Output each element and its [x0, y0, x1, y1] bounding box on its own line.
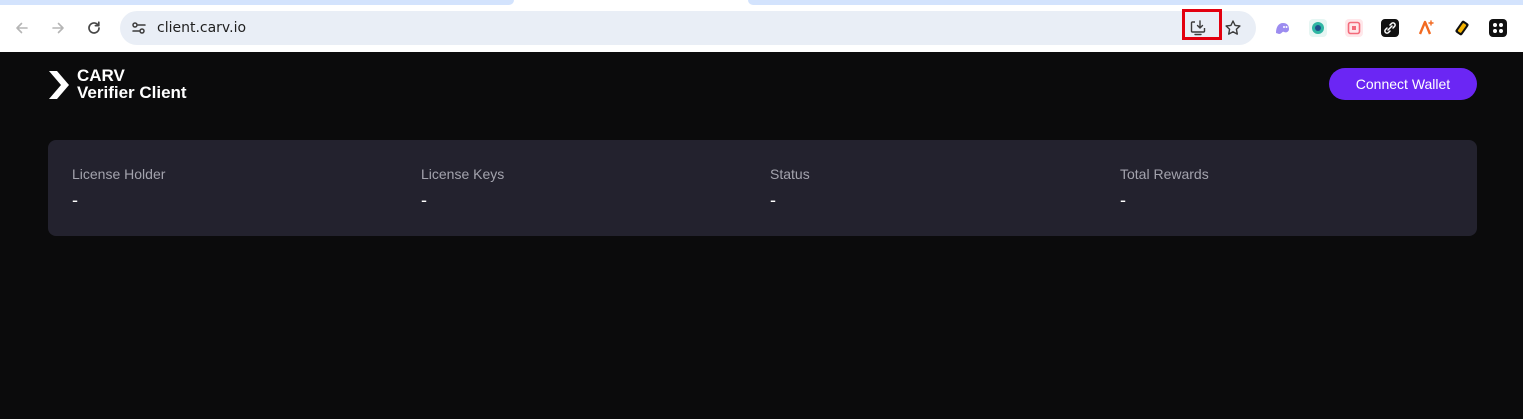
stat-label: License Keys — [421, 166, 505, 182]
reload-button[interactable] — [80, 14, 108, 42]
qr-extension-icon[interactable] — [1345, 19, 1363, 37]
stat-label: Status — [770, 166, 810, 182]
stat-label: License Holder — [72, 166, 166, 182]
arrow-right-icon — [52, 22, 64, 34]
stat-label: Total Rewards — [1120, 166, 1209, 182]
reload-icon — [88, 21, 100, 34]
stat-total-rewards: Total Rewards - — [1120, 166, 1209, 210]
site-info-button[interactable] — [128, 17, 150, 39]
logo-subtitle: Verifier Client — [77, 83, 187, 102]
bookmark-button[interactable] — [1220, 15, 1246, 41]
app-page: CARV Verifier Client Connect Wallet Lice… — [0, 52, 1523, 419]
tab-strip-right — [748, 0, 1523, 5]
stat-status: Status - — [770, 166, 810, 210]
back-button[interactable] — [8, 14, 36, 42]
grid-extension-icon[interactable] — [1489, 19, 1507, 37]
link-extension-icon[interactable] — [1381, 19, 1399, 37]
stat-value: - — [421, 190, 427, 210]
sparkle-extension-icon[interactable] — [1417, 19, 1435, 37]
stat-value: - — [1120, 190, 1126, 210]
license-stats-card: License Holder - License Keys - Status -… — [48, 140, 1477, 236]
globe-extension-icon[interactable] — [1309, 19, 1327, 37]
stat-license-keys: License Keys - — [421, 166, 504, 210]
browser-toolbar: client.carv.io — [0, 0, 1523, 52]
carv-logo-icon — [49, 71, 69, 99]
tune-icon — [132, 22, 146, 34]
stat-value: - — [770, 190, 776, 210]
forward-button[interactable] — [44, 14, 72, 42]
address-bar[interactable]: client.carv.io — [120, 11, 1256, 45]
stat-license-holder: License Holder - — [72, 166, 165, 210]
coin-extension-icon[interactable] — [1453, 19, 1471, 37]
star-icon — [1225, 20, 1241, 35]
stat-value: - — [72, 190, 78, 210]
arrow-left-icon — [16, 22, 28, 34]
install-highlight-box — [1182, 9, 1222, 40]
url-text[interactable]: client.carv.io — [157, 20, 246, 36]
connect-wallet-button[interactable]: Connect Wallet — [1329, 68, 1477, 100]
tab-strip-left — [0, 0, 514, 5]
ghost-extension-icon[interactable] — [1273, 19, 1291, 37]
